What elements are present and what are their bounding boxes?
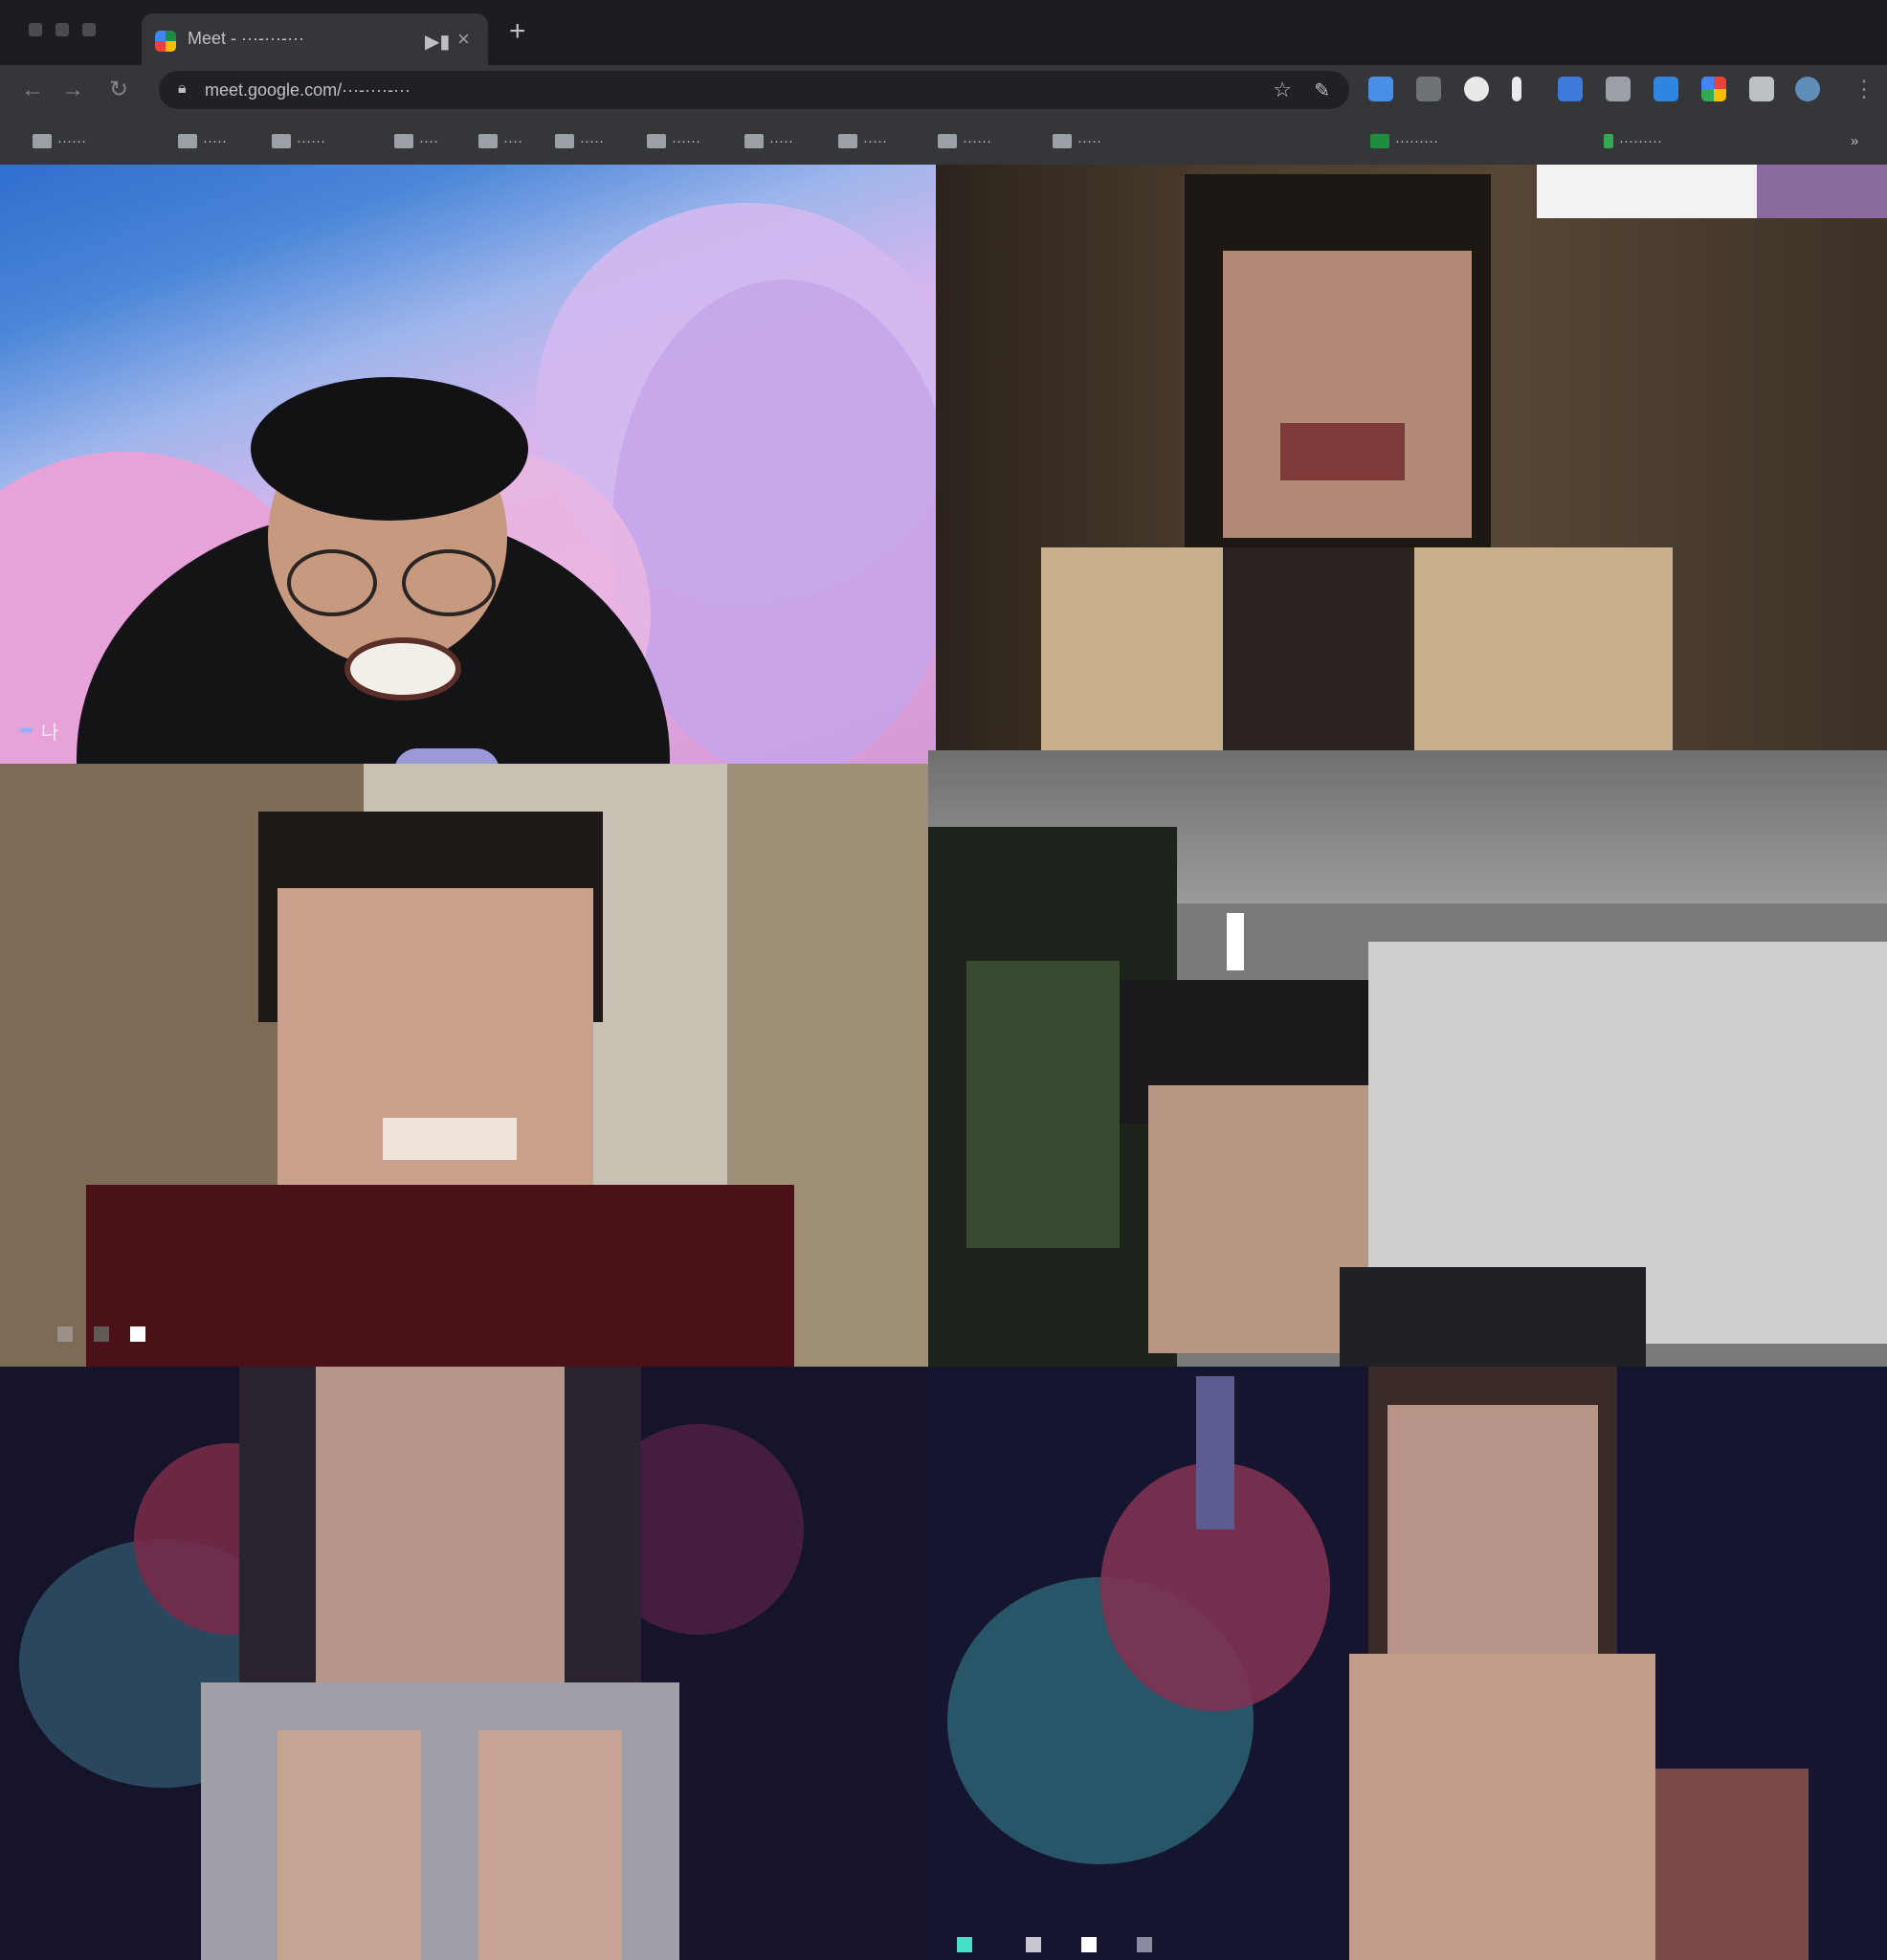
hair-lower xyxy=(1223,547,1414,750)
status-square xyxy=(57,1326,73,1342)
bookmark-item[interactable]: ····· xyxy=(744,130,793,151)
browser-chrome: Meet - ···-···-··· ▶▮ × + ← → ↻ 🔒︎ meet.… xyxy=(0,0,1887,165)
window-light xyxy=(1537,165,1757,218)
bookmark-item[interactable]: ········· xyxy=(1370,130,1438,151)
back-icon[interactable]: ← xyxy=(21,77,44,103)
folder-icon xyxy=(478,133,498,148)
person-face xyxy=(1148,1085,1368,1353)
status-square xyxy=(1026,1937,1041,1952)
status-square xyxy=(94,1326,109,1342)
more-options-icon[interactable]: ••• xyxy=(19,721,33,741)
smile xyxy=(383,1118,517,1160)
status-square xyxy=(1081,1937,1097,1952)
ext-translate-icon[interactable] xyxy=(1558,77,1583,101)
person-face xyxy=(1388,1405,1598,1673)
folder-icon xyxy=(33,133,52,148)
video-tile-self[interactable]: ••• 나 xyxy=(0,165,936,764)
window-minimize-button[interactable] xyxy=(56,23,69,36)
participant-name: 나 xyxy=(40,723,59,744)
browser-menu-icon[interactable]: ⋮ xyxy=(1853,77,1876,103)
folder-icon xyxy=(555,133,574,148)
status-square xyxy=(957,1937,972,1952)
hands-clasped xyxy=(1349,1654,1655,1960)
video-tile-participant-3[interactable] xyxy=(0,764,928,1367)
folder-icon xyxy=(647,133,666,148)
forward-icon[interactable]: → xyxy=(61,77,84,103)
sheets-icon xyxy=(1370,133,1389,148)
bookmark-item[interactable]: ······ xyxy=(272,130,325,151)
tab-strip: Meet - ···-···-··· ▶▮ × + xyxy=(0,0,1887,65)
folder-icon xyxy=(1053,133,1072,148)
bookmark-item[interactable]: ···· xyxy=(478,130,522,151)
status-square xyxy=(130,1326,145,1342)
person-body xyxy=(86,1185,794,1367)
window-light xyxy=(1757,165,1887,218)
bookmark-item[interactable]: ········· xyxy=(1604,130,1662,151)
bookmark-item[interactable]: ······ xyxy=(33,130,86,151)
ext-cast-icon[interactable] xyxy=(1749,77,1774,101)
bookmark-item[interactable]: ······ xyxy=(647,130,700,151)
ext-heart-icon[interactable] xyxy=(1464,77,1489,101)
folder-icon xyxy=(272,133,291,148)
mouth xyxy=(1280,423,1405,480)
folder-icon xyxy=(394,133,413,148)
ext-arrow-icon[interactable] xyxy=(1368,77,1393,101)
lock-icon: 🔒︎ xyxy=(178,80,187,97)
folder-icon xyxy=(938,133,957,148)
bookmarks-bar: ······ ····· ······ ···· ···· ····· ····… xyxy=(0,117,1887,165)
person-face xyxy=(287,1367,593,1730)
new-tab-button[interactable]: + xyxy=(509,17,526,46)
ext-mail-icon[interactable] xyxy=(1416,77,1441,101)
bookmark-item[interactable]: ····· xyxy=(178,130,227,151)
light-spot xyxy=(1227,913,1244,970)
browser-tab-meet[interactable]: Meet - ···-···-··· ▶▮ × xyxy=(142,13,488,65)
bookmark-item[interactable]: ····· xyxy=(555,130,604,151)
ext-clipboard-icon[interactable] xyxy=(1606,77,1631,101)
video-tile-participant-4[interactable] xyxy=(928,750,1887,1367)
video-tile-participant-6[interactable] xyxy=(928,1367,1887,1960)
person-hair xyxy=(251,377,528,521)
self-label: ••• 나 xyxy=(19,717,58,745)
ext-window-icon[interactable] xyxy=(1654,77,1678,101)
ext-globe-icon[interactable] xyxy=(1795,77,1820,101)
shoulder xyxy=(1655,1769,1809,1960)
reload-icon[interactable]: ↻ xyxy=(109,77,128,103)
folder-icon xyxy=(178,133,197,148)
leaf-icon xyxy=(1604,133,1613,148)
video-tile-participant-5[interactable] xyxy=(0,1367,928,1960)
glasses-left xyxy=(287,549,377,616)
bookmark-item[interactable]: ······ xyxy=(938,130,991,151)
person-face xyxy=(1223,251,1472,538)
ext-bookmark-icon[interactable] xyxy=(1512,77,1521,101)
bookmark-item[interactable]: ····· xyxy=(1053,130,1101,151)
candle-jar xyxy=(394,748,500,764)
person-body xyxy=(1340,1267,1646,1367)
video-tile-participant-2[interactable] xyxy=(936,165,1887,750)
record-icon: ▶▮ xyxy=(425,32,451,53)
bookmark-item[interactable]: ····· xyxy=(838,130,887,151)
glasses-right xyxy=(402,549,496,616)
google-meet-icon xyxy=(155,31,176,52)
tab-title: Meet - ···-···-··· xyxy=(188,29,304,48)
person-face xyxy=(278,888,593,1214)
bookmark-star-icon[interactable]: ☆ xyxy=(1273,78,1292,102)
window-maximize-button[interactable] xyxy=(82,23,96,36)
bookmark-item[interactable]: ···· xyxy=(394,130,438,151)
smile xyxy=(344,637,461,701)
edit-icon[interactable]: ✎ xyxy=(1314,78,1330,102)
address-url[interactable]: meet.google.com/···-····-··· xyxy=(205,80,411,100)
status-square xyxy=(1137,1937,1152,1952)
hand-left xyxy=(278,1730,421,1960)
folder-icon xyxy=(744,133,764,148)
address-bar[interactable]: 🔒︎ meet.google.com/···-····-··· ☆ ✎ xyxy=(159,71,1349,109)
browser-toolbar: ← → ↻ 🔒︎ meet.google.com/···-····-··· ☆ … xyxy=(0,65,1887,117)
window-close-button[interactable] xyxy=(29,23,42,36)
plant-leaves xyxy=(966,961,1120,1248)
bookmarks-overflow-icon[interactable]: » xyxy=(1851,130,1858,151)
ext-grid-icon[interactable] xyxy=(1701,77,1726,101)
close-icon[interactable]: × xyxy=(457,27,470,52)
hand-right xyxy=(478,1730,622,1960)
folder-icon xyxy=(838,133,857,148)
sparkle xyxy=(1196,1376,1234,1529)
